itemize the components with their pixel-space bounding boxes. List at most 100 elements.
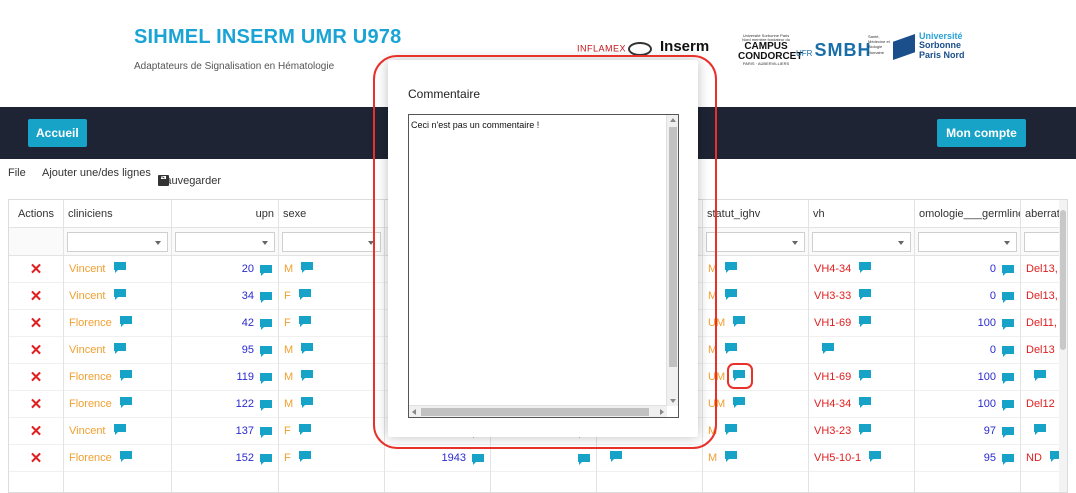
table-cell[interactable]: Vincent [64,256,171,283]
comment-icon[interactable] [733,316,746,327]
comment-icon[interactable] [298,316,311,327]
delete-row-icon[interactable]: ✕ [9,256,63,283]
table-cell[interactable]: 0 [915,256,1020,283]
comment-icon[interactable] [1002,265,1014,276]
comment-icon[interactable] [859,397,872,408]
comment-icon[interactable] [859,262,872,273]
table-cell[interactable]: 100 [915,310,1020,337]
comment-icon[interactable] [1002,346,1014,357]
table-cell[interactable]: Vincent [64,337,171,364]
table-cell[interactable]: VH4-34 [809,391,914,418]
scrollbar-thumb[interactable] [1060,210,1066,350]
add-rows-button[interactable]: Ajouter une/des lignes [42,167,151,179]
table-cell[interactable] [597,445,702,472]
comment-icon[interactable] [733,370,746,381]
comment-icon[interactable] [301,370,314,381]
comment-icon[interactable] [578,454,590,465]
comment-icon[interactable] [260,292,272,303]
table-cell[interactable]: VH4-34 [809,256,914,283]
table-cell[interactable]: 34 [172,283,278,310]
table-cell[interactable]: M [703,337,808,364]
table-cell[interactable]: F [279,418,384,445]
column-filter-select[interactable] [67,232,168,252]
table-cell[interactable]: 119 [172,364,278,391]
comment-icon[interactable] [1002,373,1014,384]
scroll-up-icon[interactable] [670,118,676,122]
comment-icon[interactable] [610,451,622,462]
delete-row-icon[interactable]: ✕ [9,445,63,472]
comment-icon[interactable] [119,370,132,381]
table-cell[interactable]: M [279,256,384,283]
table-cell[interactable]: 100 [915,391,1020,418]
table-cell[interactable]: 100 [915,364,1020,391]
column-filter-select[interactable] [918,232,1017,252]
delete-row-icon[interactable]: ✕ [9,310,63,337]
comment-icon[interactable] [1002,292,1014,303]
comment-icon[interactable] [1002,427,1014,438]
comment-icon[interactable] [119,451,132,462]
column-filter-select[interactable] [175,232,275,252]
table-cell[interactable]: 137 [172,418,278,445]
textarea-horizontal-scrollbar[interactable] [409,405,667,417]
comment-icon[interactable] [1002,319,1014,330]
comment-icon[interactable] [113,262,126,273]
comment-icon[interactable] [822,343,834,354]
comment-textarea[interactable]: Ceci n'est pas un commentaire ! [408,114,679,418]
table-cell[interactable]: VH3-33 [809,283,914,310]
table-cell[interactable] [809,337,914,364]
comment-icon[interactable] [869,451,882,462]
comment-icon[interactable] [301,343,314,354]
table-cell[interactable]: 95 [915,445,1020,472]
table-cell[interactable] [491,445,596,472]
table-cell[interactable]: F [279,445,384,472]
column-filter-select[interactable] [812,232,911,252]
comment-icon[interactable] [260,400,272,411]
table-cell[interactable]: F [279,283,384,310]
table-cell[interactable]: Florence [64,391,171,418]
comment-icon[interactable] [725,262,738,273]
table-cell[interactable]: UM [703,310,808,337]
column-header-hom[interactable]: omologie___germline [915,200,1020,228]
comment-icon[interactable] [301,262,314,273]
comment-icon[interactable] [472,454,484,465]
table-cell[interactable]: UM [703,391,808,418]
table-cell[interactable]: Florence [64,364,171,391]
comment-icon[interactable] [859,316,872,327]
file-menu[interactable]: File [8,167,26,179]
table-cell[interactable]: M [703,283,808,310]
comment-icon[interactable] [113,289,126,300]
comment-icon[interactable] [733,397,746,408]
column-header-upn[interactable]: upn [172,200,278,228]
table-cell[interactable]: 97 [915,418,1020,445]
table-cell[interactable]: M [279,337,384,364]
column-header-actions[interactable]: Actions [9,200,63,228]
account-button[interactable]: Mon compte [937,119,1026,147]
table-cell[interactable]: VH1-69 [809,310,914,337]
home-button[interactable]: Accueil [28,119,87,147]
textarea-vertical-scrollbar[interactable] [666,115,678,406]
comment-icon[interactable] [725,289,738,300]
scroll-right-icon[interactable] [660,409,664,415]
table-cell[interactable]: Florence [64,310,171,337]
comment-icon[interactable] [1034,424,1046,435]
comment-icon[interactable] [859,289,872,300]
comment-icon[interactable] [1034,370,1046,381]
comment-icon[interactable] [298,289,311,300]
comment-icon[interactable] [260,265,272,276]
table-cell[interactable]: 152 [172,445,278,472]
comment-icon[interactable] [113,343,126,354]
comment-icon[interactable] [119,397,132,408]
table-cell[interactable]: 95 [172,337,278,364]
table-cell[interactable]: Florence [64,445,171,472]
comment-icon[interactable] [1002,400,1014,411]
table-cell[interactable]: VH3-23 [809,418,914,445]
column-header-clinicien[interactable]: cliniciens [64,200,171,228]
delete-row-icon[interactable]: ✕ [9,364,63,391]
table-cell[interactable]: F [279,310,384,337]
column-header-statut[interactable]: statut_ighv [703,200,808,228]
comment-icon[interactable] [301,397,314,408]
column-filter-select[interactable] [706,232,805,252]
comment-icon[interactable] [260,427,272,438]
table-cell[interactable]: 122 [172,391,278,418]
column-header-sexe[interactable]: sexe [279,200,384,228]
